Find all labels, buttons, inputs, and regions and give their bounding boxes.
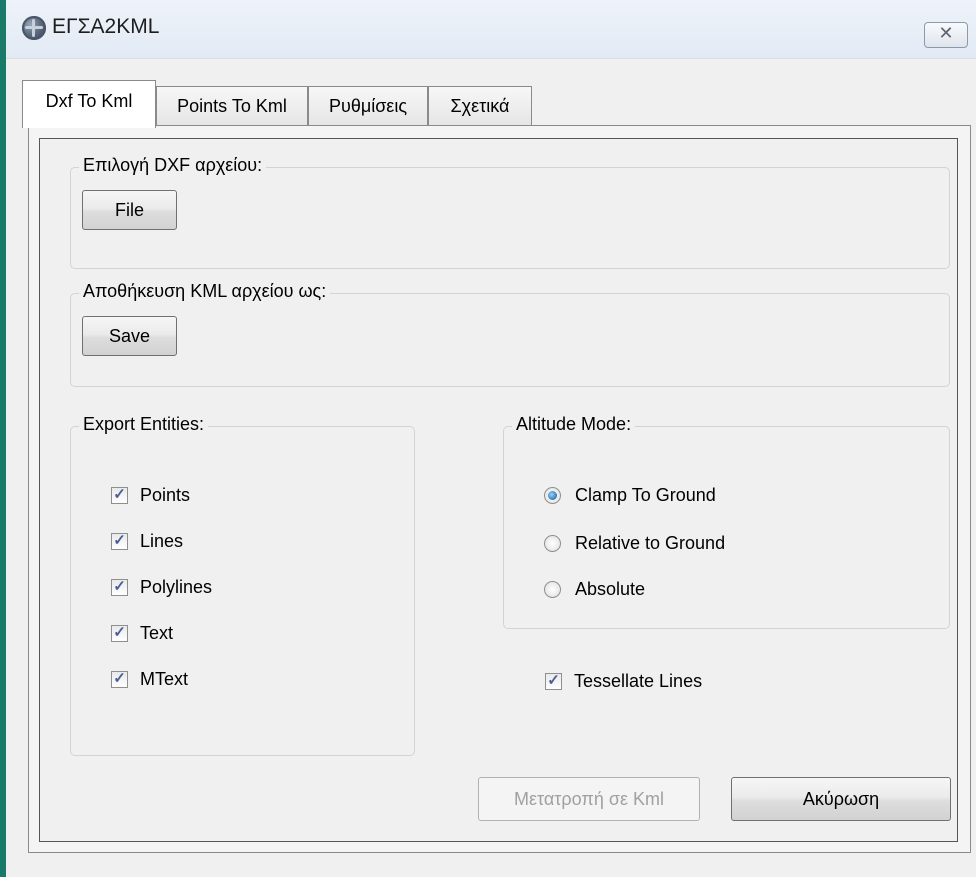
export-entities-group: Export Entities: ✓ Points ✓ Lines ✓ Poly…: [70, 414, 415, 756]
checkbox-box[interactable]: ✓: [111, 577, 128, 596]
altitude-mode-group: Altitude Mode: Clamp To Ground Relative …: [503, 414, 950, 629]
radio-absolute[interactable]: Absolute: [544, 577, 645, 601]
checkbox-points[interactable]: ✓ Points: [111, 483, 190, 507]
checkbox-box[interactable]: ✓: [111, 485, 128, 504]
checkbox-label: Text: [140, 622, 174, 643]
kml-save-group-label: Αποθήκευση KML αρχείου ως:: [79, 281, 331, 302]
altitude-mode-label: Altitude Mode:: [512, 414, 636, 435]
checkbox-box[interactable]: ✓: [111, 669, 128, 688]
radio-relative-to-ground[interactable]: Relative to Ground: [544, 531, 725, 555]
check-icon: ✓: [113, 669, 126, 687]
checkbox-tessellate-lines[interactable]: ✓ Tessellate Lines: [545, 669, 702, 693]
radio-label: Clamp To Ground: [575, 484, 716, 505]
tab-panel-dxf-to-kml: Επιλογή DXF αρχείου: File Αποθήκευση KML…: [28, 125, 971, 853]
kml-save-group: Αποθήκευση KML αρχείου ως: Save: [70, 281, 950, 387]
title-bar[interactable]: ΕΓΣΑ2KML ✕: [6, 0, 976, 59]
radio-label: Absolute: [575, 578, 646, 599]
window-title: ΕΓΣΑ2KML: [52, 15, 160, 38]
check-icon: ✓: [113, 531, 126, 549]
radio-clamp-to-ground[interactable]: Clamp To Ground: [544, 483, 716, 507]
radio-button[interactable]: [544, 580, 561, 598]
checkbox-box[interactable]: ✓: [111, 531, 128, 550]
export-entities-label: Export Entities:: [79, 414, 209, 435]
checkbox-label: Points: [140, 484, 191, 505]
checkbox-text[interactable]: ✓ Text: [111, 621, 173, 645]
checkbox-label: Polylines: [140, 576, 213, 597]
checkbox-mtext[interactable]: ✓ MText: [111, 667, 188, 691]
dxf-file-group-label: Επιλογή DXF αρχείου:: [79, 155, 267, 176]
check-icon: ✓: [113, 485, 126, 503]
check-icon: ✓: [113, 623, 126, 641]
tab-dxf-to-kml[interactable]: Dxf To Kml: [22, 80, 156, 128]
tab-settings[interactable]: Ρυθμίσεις: [308, 86, 428, 126]
checkbox-box[interactable]: ✓: [545, 671, 562, 690]
checkbox-label: MText: [140, 668, 189, 689]
checkbox-label: Tessellate Lines: [574, 670, 703, 691]
tab-points-to-kml[interactable]: Points To Kml: [156, 86, 308, 126]
file-button[interactable]: File: [82, 190, 177, 230]
cancel-button[interactable]: Ακύρωση: [731, 777, 951, 821]
globe-icon: [22, 16, 46, 40]
checkbox-lines[interactable]: ✓ Lines: [111, 529, 183, 553]
app-window: ΕΓΣΑ2KML ✕ Dxf To Kml Points To Kml Ρυθμ…: [0, 0, 976, 877]
radio-label: Relative to Ground: [575, 532, 726, 553]
dxf-file-group: Επιλογή DXF αρχείου: File: [70, 155, 950, 269]
check-icon: ✓: [113, 577, 126, 595]
tab-about[interactable]: Σχετικά: [428, 86, 532, 126]
close-icon: ✕: [938, 23, 954, 44]
radio-button[interactable]: [544, 486, 561, 504]
close-button[interactable]: ✕: [924, 22, 968, 48]
checkbox-box[interactable]: ✓: [111, 623, 128, 642]
checkbox-polylines[interactable]: ✓ Polylines: [111, 575, 212, 599]
checkbox-label: Lines: [140, 530, 184, 551]
radio-button[interactable]: [544, 534, 561, 552]
save-button[interactable]: Save: [82, 316, 177, 356]
convert-to-kml-button[interactable]: Μετατροπή σε Kml: [478, 777, 700, 821]
check-icon: ✓: [547, 671, 560, 689]
content-frame: Επιλογή DXF αρχείου: File Αποθήκευση KML…: [39, 138, 958, 842]
